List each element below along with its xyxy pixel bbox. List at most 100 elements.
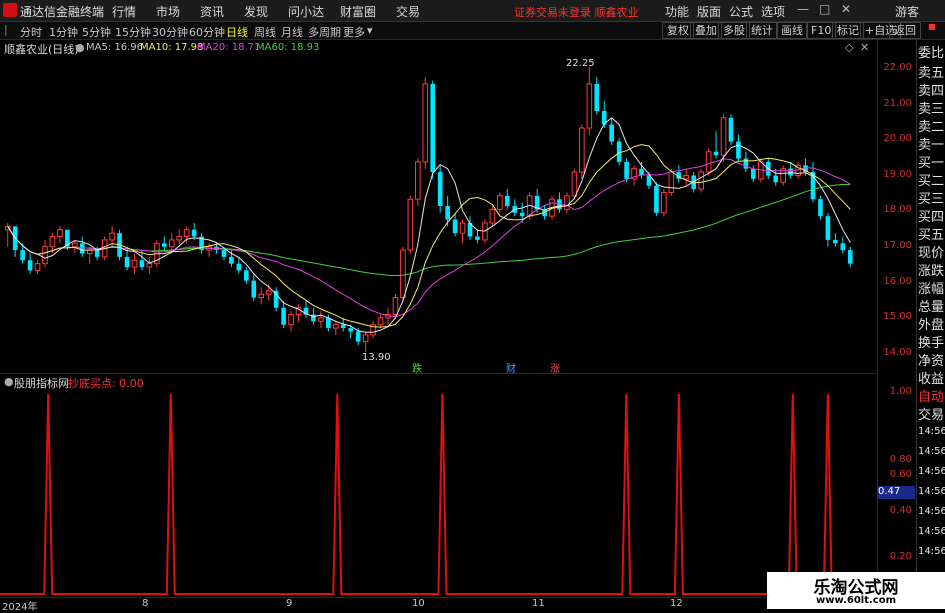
side-item-12: 涨跌 [918, 264, 945, 279]
side-item-23: 14:56 [918, 466, 945, 477]
side-item-15: 外盘 [918, 318, 945, 333]
guest-label[interactable]: 游客 [895, 3, 919, 20]
candle [79, 236, 85, 257]
date-axis [0, 597, 876, 610]
indicator-settings-icon[interactable]: ● [4, 375, 14, 388]
period-monthly[interactable]: 月线 [281, 24, 303, 40]
settings-circle-icon[interactable]: ● [75, 41, 85, 54]
side-item-22: 14:56 [918, 446, 945, 457]
menu-item-formula[interactable]: 公式 [729, 3, 753, 20]
side-item-13: 涨幅 [918, 282, 945, 297]
period-60min[interactable]: 60分钟 [189, 24, 225, 40]
period-30min[interactable]: 30分钟 [152, 24, 188, 40]
side-item-18: 收益 [918, 372, 945, 387]
candle [303, 300, 309, 318]
indicator-chart[interactable] [0, 374, 876, 598]
sub-tick: 0.20 [889, 551, 912, 562]
candle [654, 182, 659, 217]
period-weekly[interactable]: 周线 [254, 24, 276, 40]
candle [616, 138, 622, 166]
candle [437, 165, 443, 213]
period-daily[interactable]: 日线 [226, 24, 248, 40]
candle [661, 189, 667, 217]
candle [497, 192, 503, 213]
menu-item-wealth[interactable]: 财富圈 [340, 3, 376, 20]
candle [430, 80, 436, 179]
candlestick-chart[interactable] [0, 40, 876, 372]
candle [840, 236, 846, 254]
panel-close-icon[interactable]: ✕ [860, 41, 869, 54]
period-5min[interactable]: 5分钟 [82, 24, 111, 40]
candle [362, 331, 369, 352]
side-item-2: 卖四 [918, 84, 945, 99]
candle [251, 273, 257, 301]
app-logo-icon [3, 3, 17, 17]
period-1min[interactable]: 1分钟 [49, 24, 78, 40]
ma10-label: MA10: 17.98 [140, 42, 204, 53]
sub-cursor-value: 0.47 [878, 486, 915, 499]
side-item-20: 交易 [918, 408, 945, 423]
sub-tick: 0.60 [889, 469, 912, 480]
candle [728, 114, 734, 145]
stats-button[interactable]: 统计 [746, 22, 778, 39]
menu-item-markets[interactable]: 市场 [156, 3, 180, 20]
period-15min[interactable]: 15分钟 [115, 24, 151, 40]
back-button[interactable]: 返回 [889, 22, 921, 39]
menu-item-layout[interactable]: 版面 [697, 3, 721, 20]
candle [631, 165, 637, 186]
candle [377, 314, 384, 329]
price-tick: 18.00 [883, 204, 912, 215]
candle [825, 212, 831, 247]
login-notice[interactable]: 证券交易未登录 顺鑫农业 [514, 4, 639, 20]
candle [847, 246, 853, 268]
menu-item-trade[interactable]: 交易 [396, 3, 420, 20]
date-tick: 11 [532, 598, 545, 609]
menu-item-ask[interactable]: 问小达 [288, 3, 324, 20]
sub-tick: 1.00 [889, 386, 912, 397]
side-item-19: 自动 [918, 390, 945, 405]
candle [736, 134, 741, 162]
candle [609, 117, 614, 145]
period-more[interactable]: 更多 [343, 24, 365, 40]
candle [27, 253, 33, 274]
side-item-10: 买五 [918, 228, 945, 243]
low-annotation: 13.90 [362, 352, 391, 363]
candle [564, 192, 570, 213]
period-timeshare[interactable]: 分时 [20, 24, 42, 40]
ma20-label: MA20: 18.71 [197, 42, 261, 53]
panel-config-icon[interactable]: ◇ [845, 41, 853, 54]
candle [281, 300, 286, 329]
candle [683, 168, 690, 186]
candle [146, 256, 153, 274]
date-tick: 2024年 [2, 602, 38, 613]
menu-bar: 通达信金融终端 行情 市场 资讯 发现 问小达 财富圈 交易 证券交易未登录 顺… [0, 0, 945, 22]
close-icon[interactable]: ✕ [841, 2, 851, 16]
candle [586, 66, 593, 135]
indicator-panel[interactable] [0, 373, 876, 598]
draw-line-button[interactable]: 画线 [776, 22, 808, 39]
menu-item-news[interactable]: 资讯 [200, 3, 224, 20]
candle [131, 253, 138, 274]
menu-item-market[interactable]: 行情 [112, 3, 136, 20]
candlestick-panel[interactable] [0, 40, 876, 372]
candle [407, 195, 414, 254]
candle [698, 168, 704, 193]
candle [273, 287, 279, 312]
candle [258, 287, 265, 305]
indicator-value: 抄底买点: 0.00 [68, 377, 144, 390]
candle [475, 229, 480, 244]
candle [161, 236, 167, 251]
candle [594, 77, 600, 115]
period-multi[interactable]: 多周期 [308, 24, 341, 40]
period-more-chevron-icon[interactable]: ▾ [367, 24, 373, 37]
side-item-5: 卖一 [918, 138, 945, 153]
candle [818, 195, 823, 220]
minimize-icon[interactable]: — [797, 2, 809, 16]
side-item-0: 委比 [918, 46, 945, 61]
candle [288, 311, 294, 332]
menu-item-options[interactable]: 选项 [761, 3, 785, 20]
maximize-icon[interactable]: □ [819, 2, 830, 16]
candle [65, 229, 70, 251]
menu-item-function[interactable]: 功能 [665, 3, 689, 20]
menu-item-discover[interactable]: 发现 [244, 3, 268, 20]
